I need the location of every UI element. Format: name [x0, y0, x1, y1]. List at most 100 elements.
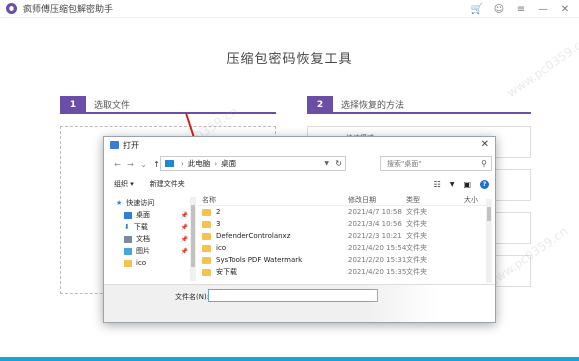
nav-item-documents[interactable]: 文档 📌	[110, 233, 188, 245]
file-name: DefenderControlanxz	[216, 232, 291, 240]
step-2-label: 选择恢复的方法	[341, 101, 405, 111]
search-placeholder: 搜索"桌面"	[387, 159, 422, 168]
step-2-header: 2 选择恢复的方法	[307, 96, 531, 114]
preview-pane-icon[interactable]: ▣	[463, 180, 471, 189]
minimize-icon[interactable]: —	[537, 3, 549, 15]
pin-icon: 📌	[180, 247, 188, 255]
scroll-thumb[interactable]	[487, 207, 491, 221]
step-1-underline	[60, 112, 276, 114]
column-header-type[interactable]: 类型	[406, 195, 420, 205]
nav-item-pictures[interactable]: 图片 📌	[110, 245, 188, 257]
star-icon: ★	[116, 199, 123, 207]
file-date: 2021/2/3 10:21	[348, 232, 402, 240]
file-row[interactable]: 安下载 2021/4/20 15:35 文件夹	[198, 266, 492, 278]
file-row[interactable]: 2 2021/4/7 10:58 文件夹	[198, 206, 492, 218]
file-type: 文件夹	[406, 244, 427, 252]
folder-icon	[202, 232, 211, 240]
file-date: 2021/3/4 10:56	[348, 220, 402, 228]
download-icon: ⬇	[124, 223, 130, 231]
filename-input[interactable]	[208, 289, 378, 302]
file-list-header: 名称 修改日期 类型 大小	[198, 194, 492, 206]
close-icon[interactable]: ✕	[559, 3, 571, 15]
watermark: www.pc0359.cn	[504, 34, 579, 100]
breadcrumb-current[interactable]: 桌面	[221, 158, 236, 169]
nav-item-quick-access[interactable]: ★ 快速访问	[110, 197, 188, 209]
nav-item-desktop[interactable]: 桌面 📌	[110, 209, 188, 221]
file-row[interactable]: SysTools PDF Watermark 2021/2/20 15:31 文…	[198, 254, 492, 266]
file-row[interactable]: DefenderControlanxz 2021/2/3 10:21 文件夹	[198, 230, 492, 242]
folder-icon	[202, 220, 211, 228]
back-arrow-icon[interactable]: ←	[112, 160, 123, 169]
desktop-icon	[124, 211, 132, 219]
step-1-header: 1 选取文件	[60, 96, 276, 114]
address-dropdown-icon[interactable]: ▼	[324, 160, 329, 167]
step-1-label: 选取文件	[94, 101, 131, 111]
pin-icon: 📌	[180, 235, 188, 243]
file-row[interactable]: ico 2021/4/20 15:54 文件夹	[198, 242, 492, 254]
file-date: 2021/2/20 15:31	[348, 256, 407, 264]
search-input[interactable]: 搜索"桌面" ⚲	[380, 156, 492, 171]
dialog-close-icon[interactable]: ✕	[481, 139, 489, 150]
dialog-title: 打开	[123, 140, 139, 150]
picture-icon	[124, 247, 132, 255]
view-options-icon[interactable]: ☷	[434, 180, 441, 189]
folder-icon	[124, 259, 132, 267]
app-logo-icon	[6, 3, 17, 14]
dialog-titlebar: 打开 ✕	[104, 137, 495, 153]
column-header-size[interactable]: 大小	[464, 195, 478, 205]
cart-icon[interactable]: 🛒	[471, 3, 483, 15]
app-titlebar: 疯师傅压缩包解密助手 🛒 ☺ ≡ — ✕	[0, 0, 579, 18]
pin-icon: 📌	[180, 211, 188, 219]
folder-icon	[202, 208, 211, 216]
file-date: 2021/4/20 15:54	[348, 244, 407, 252]
dialog-toolbar: 组织 ▾ 新建文件夹 ☷ ▼ ▣ ?	[104, 177, 495, 191]
step-2-number: 2	[307, 96, 333, 113]
menu-icon[interactable]: ≡	[515, 3, 527, 15]
address-bar[interactable]: › 此电脑 › 桌面 ▼ ↻	[160, 156, 346, 171]
refresh-icon[interactable]: ↻	[335, 159, 342, 168]
help-icon[interactable]: ?	[480, 179, 489, 189]
step-1-number: 1	[60, 96, 86, 113]
navigation-scrollbar[interactable]	[190, 197, 196, 281]
folder-icon	[202, 244, 211, 252]
file-name: ico	[216, 244, 227, 252]
nav-item-label: 文档	[136, 235, 150, 243]
file-type: 文件夹	[406, 208, 427, 216]
file-name: SysTools PDF Watermark	[216, 256, 303, 264]
recent-chevron-icon[interactable]: ⌄	[138, 160, 149, 169]
nav-item-label: 快速访问	[126, 199, 155, 207]
new-folder-button[interactable]: 新建文件夹	[150, 179, 185, 189]
filename-label: 文件名(N):	[175, 293, 210, 301]
file-name: 2	[216, 208, 221, 216]
nav-item-ico[interactable]: ico	[110, 257, 188, 269]
scroll-thumb[interactable]	[191, 205, 195, 267]
column-header-date[interactable]: 修改日期	[348, 195, 376, 205]
file-list-scrollbar[interactable]	[486, 199, 492, 283]
user-icon[interactable]: ☺	[493, 3, 505, 15]
footer-fade-overlay	[367, 285, 495, 322]
file-row[interactable]: 3 2021/3/4 10:56 文件夹	[198, 218, 492, 230]
column-header-name[interactable]: 名称	[202, 195, 216, 205]
nav-item-downloads[interactable]: ⬇ 下载 📌	[110, 221, 188, 233]
view-chevron-icon[interactable]: ▼	[450, 181, 455, 188]
breadcrumb-separator-icon: ›	[214, 159, 218, 168]
file-type: 文件夹	[406, 232, 427, 240]
organize-button[interactable]: 组织 ▾	[114, 179, 134, 189]
breadcrumb-root[interactable]: 此电脑	[188, 158, 211, 169]
dialog-app-icon	[110, 141, 119, 149]
search-icon: ⚲	[481, 159, 487, 168]
nav-item-label: 下载	[133, 223, 148, 231]
file-date: 2021/4/7 10:58	[348, 208, 402, 216]
document-icon	[124, 235, 132, 243]
app-title: 疯师傅压缩包解密助手	[23, 5, 114, 15]
file-type: 文件夹	[406, 256, 427, 264]
file-date: 2021/4/20 15:35	[348, 268, 407, 276]
pin-icon: 📌	[180, 223, 188, 231]
dialog-footer: 文件名(N):	[104, 284, 495, 322]
nav-item-label: 图片	[136, 247, 150, 255]
file-type: 文件夹	[406, 220, 427, 228]
nav-item-label: ico	[136, 259, 147, 267]
file-type: 文件夹	[406, 268, 427, 276]
bottom-accent-bar	[0, 357, 579, 361]
forward-arrow-icon[interactable]: →	[125, 160, 136, 169]
